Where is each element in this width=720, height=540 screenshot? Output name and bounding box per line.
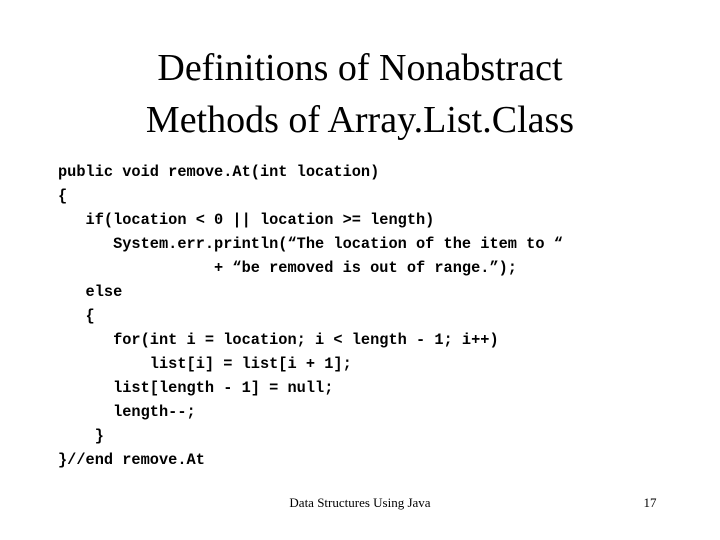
footer-source-label: Data Structures Using Java	[289, 495, 431, 510]
code-block: public void remove.At(int location) { if…	[58, 160, 668, 472]
code-line: {	[58, 307, 95, 325]
code-line: length--;	[58, 403, 196, 421]
title-line-1: Definitions of Nonabstract	[157, 47, 563, 89]
page-title: Definitions of Nonabstract Methods of Ar…	[36, 42, 684, 146]
code-line: }//end remove.At	[58, 451, 205, 469]
slide: Definitions of Nonabstract Methods of Ar…	[0, 0, 720, 540]
code-line: else	[58, 283, 123, 301]
code-line: + “be removed is out of range.”);	[58, 259, 517, 277]
code-line: public void remove.At(int location)	[58, 163, 380, 181]
code-line: }	[58, 427, 104, 445]
title-line-2: Methods of Array.List.Class	[145, 99, 575, 141]
slide-footer: Data Structures Using Java 17	[0, 495, 720, 515]
code-line: list[length - 1] = null;	[58, 379, 334, 397]
footer-page-number: 17	[643, 495, 657, 510]
code-line: {	[58, 187, 68, 205]
code-line: System.err.println(“The location of the …	[58, 235, 563, 253]
code-line: if(location < 0 || location >= length)	[58, 211, 435, 229]
code-line: list[i] = list[i + 1];	[58, 355, 352, 373]
code-line: for(int i = location; i < length - 1; i+…	[58, 331, 499, 349]
